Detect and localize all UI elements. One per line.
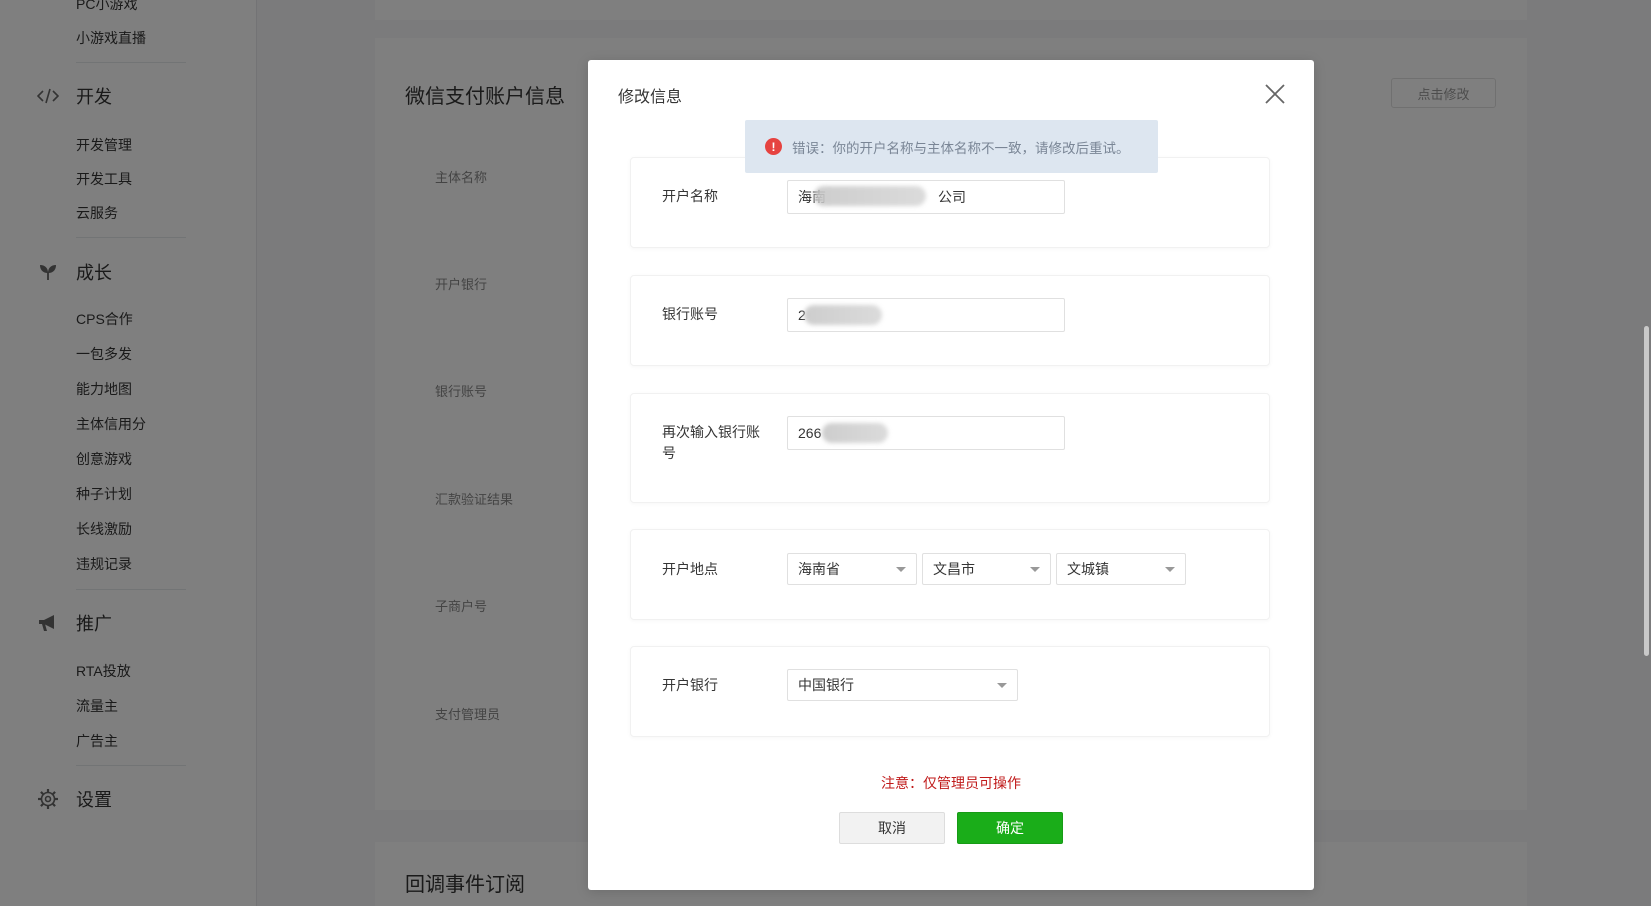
town-select[interactable]: 文城镇 [1056, 553, 1186, 585]
chevron-down-icon [1030, 567, 1040, 572]
error-icon: ! [765, 138, 782, 155]
input-value-end: 公司 [938, 189, 966, 205]
dialog-title: 修改信息 [618, 89, 683, 106]
select-value: 文城镇 [1067, 561, 1109, 577]
bank-select[interactable]: 中国银行 [787, 669, 1018, 701]
field-label: 开户地点 [662, 561, 718, 577]
confirm-button[interactable]: 确定 [957, 812, 1063, 844]
field-label: 银行账号 [662, 306, 718, 322]
select-value: 文昌市 [933, 561, 975, 577]
input-value: 266 [798, 425, 822, 441]
chevron-down-icon [1165, 567, 1175, 572]
field-label: 开户银行 [662, 677, 718, 693]
chevron-down-icon [997, 683, 1007, 688]
province-select[interactable]: 海南省 [787, 553, 917, 585]
cancel-button[interactable]: 取消 [839, 812, 945, 844]
field-label: 再次输入银行账号 [662, 424, 760, 461]
field-label: 开户名称 [662, 188, 718, 204]
city-select[interactable]: 文昌市 [922, 553, 1051, 585]
close-icon[interactable] [1262, 81, 1288, 107]
bank-account-confirm-input[interactable]: 266 [787, 416, 1065, 450]
select-value: 中国银行 [798, 677, 854, 693]
error-message: 错误：你的开户名称与主体名称不一致，请修改后重试。 [792, 140, 1130, 156]
edit-info-dialog: 修改信息 开户名称 海南 公司 银行账号 2 再次输入银行账号 266 开户地点… [588, 60, 1314, 890]
account-name-input[interactable]: 海南 公司 [787, 180, 1065, 214]
select-value: 海南省 [798, 561, 840, 577]
error-toast: ! 错误：你的开户名称与主体名称不一致，请修改后重试。 [745, 120, 1158, 173]
chevron-down-icon [896, 567, 906, 572]
input-value: 2 [798, 307, 806, 323]
scrollbar[interactable] [1644, 326, 1649, 656]
bank-account-input[interactable]: 2 [787, 298, 1065, 332]
input-value-start: 海南 [798, 189, 826, 205]
admin-notice: 注意：仅管理员可操作 [881, 775, 1021, 791]
